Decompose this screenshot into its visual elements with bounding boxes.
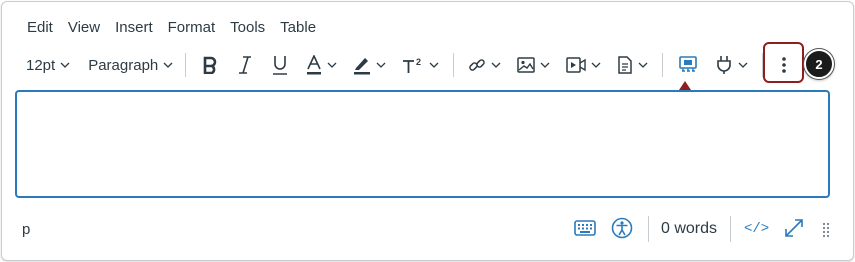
statusbar-divider [730, 216, 731, 242]
menu-tools[interactable]: Tools [230, 19, 265, 37]
rich-content-editor: Edit View Insert Format Tools Table 12pt… [1, 1, 854, 261]
apps-button[interactable] [669, 50, 707, 80]
link-icon [469, 59, 486, 71]
toolbar-divider [453, 53, 455, 77]
highlight-color-icon [354, 58, 371, 75]
menu-table[interactable]: Table [280, 19, 316, 37]
chevron-down-icon [738, 62, 748, 68]
font-size-value: 12pt [26, 56, 56, 74]
italic-button[interactable] [228, 50, 262, 80]
editor-content-area[interactable] [15, 90, 830, 198]
chevron-down-icon [327, 62, 337, 68]
block-format-value: Paragraph [88, 56, 159, 74]
keyboard-icon[interactable] [574, 220, 596, 236]
statusbar-divider [648, 216, 649, 242]
chevron-down-icon [638, 62, 648, 68]
plug-icon [717, 56, 732, 74]
superscript-icon: 2 [403, 57, 421, 73]
italic-icon [239, 56, 252, 74]
menubar: Edit View Insert Format Tools Table [27, 19, 331, 37]
font-size-select[interactable]: 12pt [20, 50, 76, 80]
underline-icon [273, 56, 288, 75]
chevron-down-icon [540, 62, 550, 68]
block-format-select[interactable]: Paragraph [82, 50, 179, 80]
chevron-down-icon [376, 62, 386, 68]
chevron-down-icon [60, 62, 70, 68]
bold-icon [203, 56, 217, 74]
callout-highlight-box [763, 42, 804, 83]
document-button[interactable] [609, 50, 656, 80]
menu-edit[interactable]: Edit [27, 19, 53, 37]
accessibility-checker-icon[interactable] [611, 217, 633, 239]
image-icon [517, 57, 536, 73]
superscript-button[interactable]: 2 [394, 50, 447, 80]
image-button[interactable] [509, 50, 558, 80]
toolbar-divider [185, 53, 187, 77]
chevron-down-icon [429, 62, 439, 68]
element-path[interactable]: p [22, 221, 30, 238]
fullscreen-icon[interactable] [783, 217, 805, 239]
chevron-down-icon [491, 62, 501, 68]
toolbar-divider [662, 53, 664, 77]
menu-insert[interactable]: Insert [115, 19, 153, 37]
callout-badge-2: 2 [804, 49, 834, 79]
svg-text:2: 2 [416, 57, 421, 67]
chevron-down-icon [591, 62, 601, 68]
resize-handle-icon[interactable] [822, 222, 830, 238]
plugin-button[interactable] [707, 50, 756, 80]
bold-button[interactable] [192, 50, 228, 80]
toolbar: 12pt Paragraph 2 [20, 50, 799, 80]
highlight-color-button[interactable] [345, 50, 394, 80]
menu-format[interactable]: Format [168, 19, 216, 37]
statusbar: p 0 words </> [2, 212, 853, 246]
chevron-down-icon [163, 62, 173, 68]
text-color-button[interactable] [298, 50, 345, 80]
html-editor-toggle[interactable]: </> [744, 221, 769, 237]
media-icon [566, 57, 586, 73]
word-count[interactable]: 0 words [661, 220, 717, 238]
link-button[interactable] [460, 50, 509, 80]
apps-icon [679, 56, 698, 72]
media-button[interactable] [558, 50, 609, 80]
document-icon [618, 56, 633, 74]
underline-button[interactable] [262, 50, 298, 80]
menu-view[interactable]: View [68, 19, 100, 37]
text-color-icon [307, 55, 322, 75]
